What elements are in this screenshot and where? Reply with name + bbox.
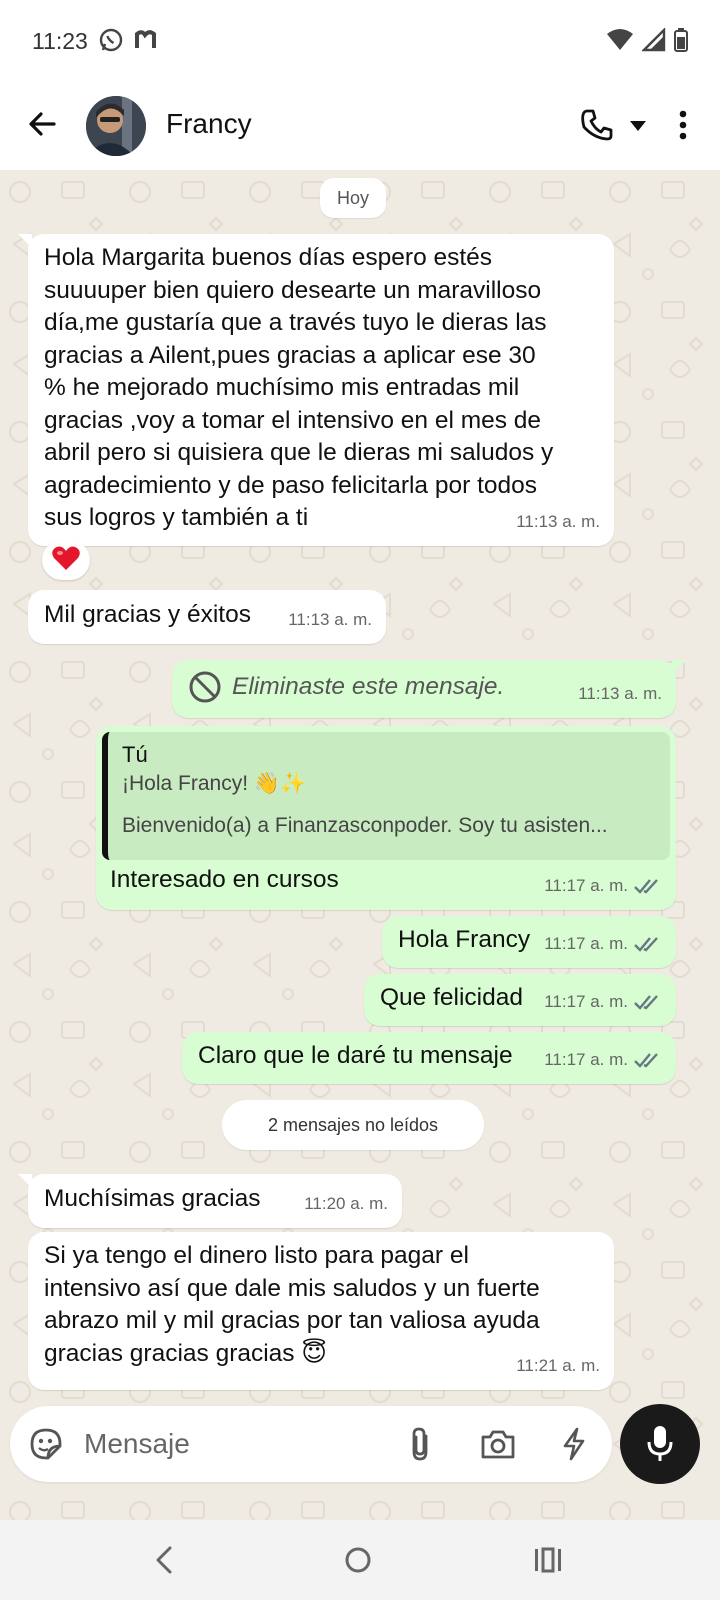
message-bubble-outgoing[interactable]: Hola Francy 11:17 a. m. [382, 916, 676, 968]
unread-messages-pill: 2 mensajes no leídos [222, 1100, 484, 1150]
nav-home-icon [345, 1547, 371, 1573]
nav-recents-icon [535, 1547, 561, 1573]
status-time: 11:23 [32, 28, 88, 54]
mic-icon [647, 1426, 673, 1461]
message-bubble-outgoing[interactable]: Que felicidad 11:17 a. m. [364, 974, 676, 1026]
message-bubble-outgoing[interactable]: Tú ¡Hola Francy! 👋✨ Bienvenido(a) a Fina… [96, 726, 676, 910]
camera-icon [481, 1430, 515, 1459]
deleted-text: Eliminaste este mensaje. [232, 672, 505, 700]
message-meta: 11:13 a. m. [288, 604, 372, 637]
message-time: 11:13 a. m. [288, 609, 372, 629]
message-text: Si ya tengo el dinero listo para pagar e… [44, 1242, 540, 1367]
message-meta: 11:17 a. m. [544, 928, 662, 961]
quote-line: ¡Hola Francy! 👋✨ [122, 772, 307, 795]
message-reaction[interactable] [42, 540, 90, 580]
bubble-tail [18, 234, 32, 248]
nav-home-button[interactable] [340, 1542, 376, 1578]
chevron-down-icon [630, 121, 646, 131]
double-check-icon [634, 877, 662, 895]
nav-recents-button[interactable] [530, 1542, 566, 1578]
double-check-icon [634, 993, 662, 1011]
more-options-button[interactable] [668, 104, 698, 146]
blocked-icon [189, 671, 221, 703]
message-bubble-outgoing[interactable]: Claro que le daré tu mensaje 11:17 a. m. [182, 1032, 676, 1084]
message-time: 11:17 a. m. [544, 1049, 628, 1069]
message-meta: 11:17 a. m. [544, 870, 662, 903]
bolt-icon [563, 1427, 585, 1461]
chat-area[interactable]: Hoy Hola Margarita buenos días espero es… [0, 170, 720, 1520]
signal-icon [641, 27, 666, 57]
contact-name[interactable]: Francy [166, 108, 252, 140]
message-bubble-incoming[interactable]: Hola Margarita buenos días espero estés s… [18, 234, 614, 546]
message-time: 11:17 a. m. [544, 991, 628, 1011]
avatar[interactable] [86, 96, 146, 156]
message-time: 11:13 a. m. [578, 683, 662, 703]
whatsapp-notification-icon [98, 27, 124, 58]
bubble-tail [672, 660, 686, 674]
quote-line: Bienvenido(a) a Finanzasconpoder. Soy tu… [122, 814, 608, 837]
double-check-icon [634, 935, 662, 953]
message-text: Hola Margarita buenos días espero estés s… [44, 244, 554, 531]
message-input[interactable] [84, 1422, 384, 1466]
message-time: 11:17 a. m. [544, 875, 628, 895]
camera-button[interactable] [476, 1424, 520, 1464]
message-meta: 11:13 a. m. [578, 678, 662, 711]
message-composer [10, 1406, 612, 1482]
voice-call-button[interactable] [576, 104, 618, 146]
more-vert-icon [679, 110, 687, 140]
avatar-photo [86, 96, 146, 156]
nav-back-button[interactable] [146, 1542, 182, 1578]
attach-icon [412, 1427, 428, 1461]
double-check-icon [634, 1051, 662, 1069]
wifi-icon [606, 28, 634, 57]
quote-author: Tú [122, 742, 148, 767]
quick-replies-button[interactable] [556, 1424, 592, 1464]
status-left-icons [98, 27, 160, 58]
chat-header: Francy [0, 82, 720, 170]
back-arrow-icon [29, 112, 56, 136]
battery-icon [674, 28, 688, 57]
message-meta: 11:17 a. m. [544, 986, 662, 1019]
date-pill: Hoy [320, 178, 386, 218]
message-time: 11:17 a. m. [544, 933, 628, 953]
bubble-tail [18, 1174, 32, 1188]
attach-button[interactable] [400, 1424, 440, 1464]
message-meta: 11:13 a. m. [516, 506, 600, 539]
message-bubble-incoming[interactable]: Si ya tengo el dinero listo para pagar e… [28, 1232, 614, 1390]
message-time: 11:13 a. m. [516, 511, 600, 531]
sticker-button[interactable] [26, 1424, 66, 1464]
status-bar: 11:23 [0, 0, 720, 82]
message-bubble-incoming[interactable]: Mil gracias y éxitos 11:13 a. m. [28, 590, 386, 644]
system-nav-bar [0, 1520, 720, 1600]
quoted-message[interactable]: Tú ¡Hola Francy! 👋✨ Bienvenido(a) a Fina… [102, 732, 670, 860]
message-time: 11:20 a. m. [304, 1193, 388, 1213]
message-text: Interesado en cursos [110, 866, 339, 893]
voice-message-button[interactable] [620, 1404, 700, 1484]
m-app-icon [134, 29, 160, 56]
message-time: 11:21 a. m. [516, 1355, 600, 1375]
heart-icon [51, 544, 81, 577]
nav-back-icon [156, 1546, 172, 1574]
sticker-icon [30, 1428, 62, 1460]
message-meta: 11:17 a. m. [544, 1044, 662, 1077]
message-meta: 11:20 a. m. [304, 1188, 388, 1221]
message-meta: 11:21 a. m. [516, 1350, 600, 1383]
message-bubble-incoming[interactable]: Muchísimas gracias 11:20 a. m. [18, 1174, 402, 1228]
phone-icon [581, 109, 613, 141]
message-bubble-deleted[interactable]: Eliminaste este mensaje. 11:13 a. m. [172, 660, 686, 718]
status-right-icons [606, 27, 688, 57]
back-button[interactable] [22, 104, 62, 144]
call-options-dropdown[interactable] [624, 112, 652, 140]
